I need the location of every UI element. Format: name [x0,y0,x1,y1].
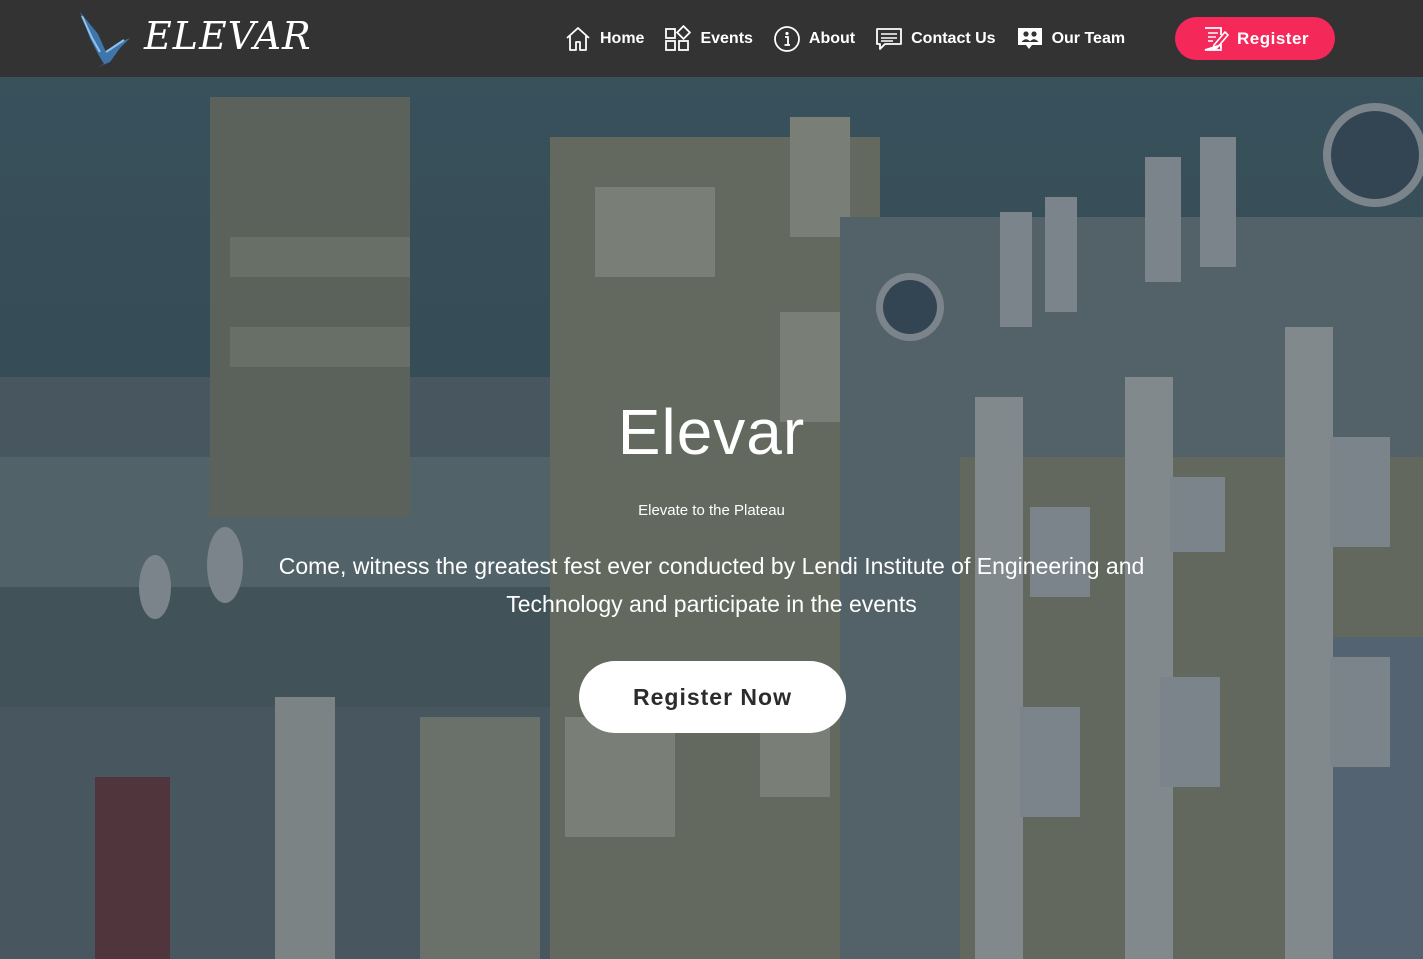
brand-name: ELEVAR [144,14,312,58]
top-navbar: ELEVAR Home Events About Contact Us Our … [0,0,1423,77]
nav-item-label: Our Team [1051,30,1126,47]
nav-links: Home Events About Contact Us Our Team [564,22,1145,56]
nav-item-contact[interactable]: Contact Us [875,25,996,53]
hero-section: Elevar Elevate to the Plateau Come, witn… [0,77,1423,959]
events-grid-icon [664,25,692,53]
home-icon [564,25,592,53]
hero-subtitle: Elevate to the Plateau [638,502,785,519]
chat-icon [875,25,903,53]
nav-item-home[interactable]: Home [564,25,644,53]
hero-description: Come, witness the greatest fest ever con… [278,553,1145,617]
nav-item-label: Contact Us [911,30,996,47]
bird-logo-icon [76,8,132,70]
register-form-icon [1201,25,1229,53]
info-icon [773,25,801,53]
register-button-label: Register [1236,28,1310,48]
nav-item-label: About [808,30,856,47]
nav-item-label: Home [600,30,645,47]
hero-title: Elevar [617,396,806,468]
register-button[interactable]: Register [1175,17,1335,60]
brand[interactable]: ELEVAR [76,8,312,70]
team-icon [1016,25,1044,53]
register-now-button[interactable]: Register Now [579,661,846,733]
nav-item-events[interactable]: Events [664,25,753,53]
nav-item-team[interactable]: Our Team [1016,25,1126,53]
nav-item-label: Events [700,30,753,47]
nav-item-about[interactable]: About [773,25,855,53]
